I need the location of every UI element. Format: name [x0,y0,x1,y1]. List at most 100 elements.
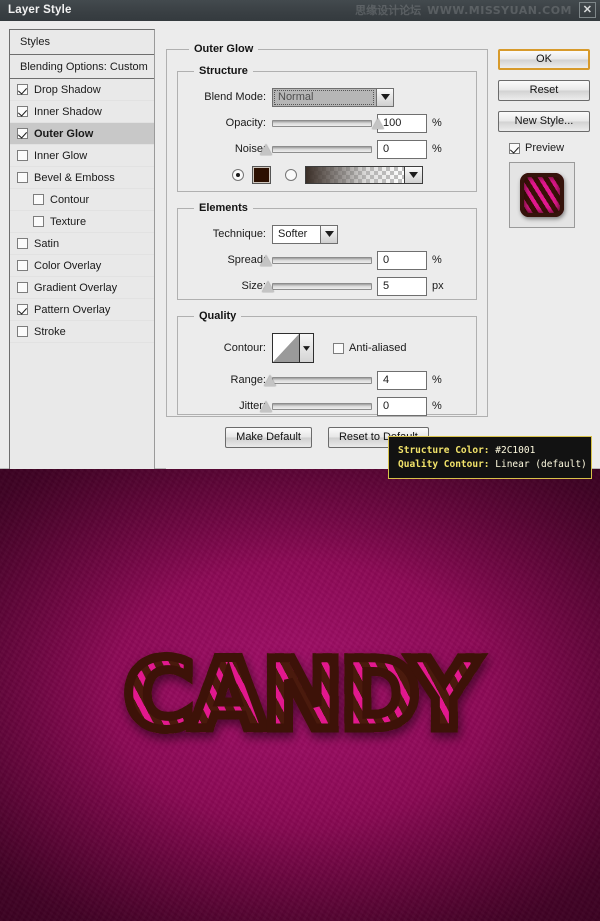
styles-item-texture[interactable]: Texture [10,211,154,233]
styles-item-pattern-overlay[interactable]: Pattern Overlay [10,299,154,321]
opacity-slider[interactable] [272,114,384,132]
settings-pane: Outer Glow Structure Blend Mode: Normal [166,29,488,474]
blend-mode-row: Blend Mode: Normal [186,87,468,107]
ok-button[interactable]: OK [498,49,590,70]
styles-item-checkbox[interactable] [17,84,28,95]
styles-item-label: Texture [50,215,87,228]
spread-input[interactable]: 0 [377,250,427,270]
contour-picker[interactable] [272,333,314,363]
jitter-row: Jitter: 0 % [186,396,468,416]
opacity-label: Opacity: [225,117,266,129]
blending-options-item[interactable]: Blending Options: Custom [10,55,154,79]
range-label: Range: [230,374,266,386]
spread-row: Spread: 0 % [186,250,468,270]
styles-item-bevel-emboss[interactable]: Bevel & Emboss [10,167,154,189]
styles-item-checkbox[interactable] [17,260,28,271]
technique-select[interactable]: Softer [272,224,338,244]
styles-item-outer-glow[interactable]: Outer Glow [10,123,154,145]
jitter-slider[interactable] [260,397,372,415]
size-label: Size: [241,280,266,292]
styles-item-satin[interactable]: Satin [10,233,154,255]
annotation-tooltip: Structure Color: #2C1001 Quality Contour… [388,436,592,479]
range-slider-track [272,377,372,384]
styles-item-color-overlay[interactable]: Color Overlay [10,255,154,277]
noise-slider[interactable] [260,140,372,158]
styles-item-checkbox[interactable] [17,304,28,315]
spread-slider-knob[interactable] [260,255,272,266]
range-slider[interactable] [264,371,372,389]
fill-type-row [186,165,468,185]
styles-item-label: Stroke [34,325,66,338]
contour-label: Contour: [223,342,266,354]
tooltip-line-1-label: Structure Color: [398,445,490,456]
preview-control[interactable]: Preview [509,142,594,154]
anti-aliased-checkbox[interactable] [333,342,344,354]
opacity-input[interactable]: 100 [377,113,427,133]
size-input[interactable]: 5 [377,276,427,296]
reset-button[interactable]: Reset [498,80,590,101]
range-input[interactable]: 4 [377,370,427,390]
make-default-button[interactable]: Make Default [225,427,312,448]
styles-item-checkbox[interactable] [33,194,44,205]
artwork-candy-text: CANDY [0,641,600,750]
gradient-picker[interactable] [305,166,423,184]
styles-item-contour[interactable]: Contour [10,189,154,211]
new-style-button[interactable]: New Style... [498,111,590,132]
styles-item-inner-shadow[interactable]: Inner Shadow [10,101,154,123]
styles-item-checkbox[interactable] [17,106,28,117]
styles-item-inner-glow[interactable]: Inner Glow [10,145,154,167]
jitter-slider-knob[interactable] [260,401,272,412]
styles-item-checkbox[interactable] [33,216,44,227]
dialog-action-column: OK Reset New Style... Preview [498,49,594,228]
opacity-slider-knob[interactable] [372,118,384,129]
preview-checkbox[interactable] [509,142,520,154]
range-unit: % [432,374,442,386]
styles-item-drop-shadow[interactable]: Drop Shadow [10,79,154,101]
noise-input[interactable]: 0 [377,139,427,159]
chevron-down-icon [376,87,394,107]
spread-unit: % [432,254,442,266]
anti-aliased-label: Anti-aliased [349,342,407,354]
tooltip-line-2-label: Quality Contour: [398,459,490,470]
styles-item-checkbox[interactable] [17,128,28,139]
size-slider[interactable] [262,277,372,295]
anti-aliased-control[interactable]: Anti-aliased [333,342,406,354]
elements-group-title: Elements [199,202,248,214]
jitter-input[interactable]: 0 [377,396,427,416]
contour-row: Contour: Anti-aliased [186,332,468,364]
styles-item-checkbox[interactable] [17,326,28,337]
opacity-slider-track [272,120,372,127]
quality-group: Quality Contour: Anti-aliased Range: 4 %… [177,310,477,416]
spread-slider[interactable] [260,251,372,269]
styles-item-gradient-overlay[interactable]: Gradient Overlay [10,277,154,299]
size-slider-knob[interactable] [262,281,275,292]
screenshot-root: Layer Style 思缘设计论坛 WWW.MISSYUAN.COM ✕ Sty… [0,0,600,921]
preview-thumbnail [509,162,575,228]
styles-item-label: Bevel & Emboss [34,171,115,184]
color-fill-radio[interactable] [232,169,244,181]
styles-item-label: Drop Shadow [34,83,101,96]
artwork-canvas: CANDY [0,469,600,921]
styles-item-label: Pattern Overlay [34,303,111,316]
dialog-body: Styles Blending Options: Custom Drop Sha… [0,21,600,479]
styles-item-checkbox[interactable] [17,282,28,293]
spread-slider-track [272,257,372,264]
blend-mode-select[interactable]: Normal [272,87,394,107]
chevron-down-icon [300,334,313,362]
range-slider-knob[interactable] [264,375,277,386]
chevron-down-icon [405,167,422,183]
structure-group-title: Structure [199,65,248,77]
styles-item-checkbox[interactable] [17,150,28,161]
elements-group: Elements Technique: Softer Spread: 0 % S… [177,202,477,300]
styles-list-header[interactable]: Styles [10,30,154,55]
size-row: Size: 5 px [186,276,468,296]
styles-item-checkbox[interactable] [17,238,28,249]
styles-item-checkbox[interactable] [17,172,28,183]
tooltip-line-2-value: Linear (default) [495,459,587,470]
close-icon[interactable]: ✕ [579,2,596,18]
gradient-preview [306,167,405,183]
styles-item-stroke[interactable]: Stroke [10,321,154,343]
noise-slider-knob[interactable] [260,144,272,155]
glow-color-swatch[interactable] [252,166,271,184]
gradient-fill-radio[interactable] [285,169,297,181]
